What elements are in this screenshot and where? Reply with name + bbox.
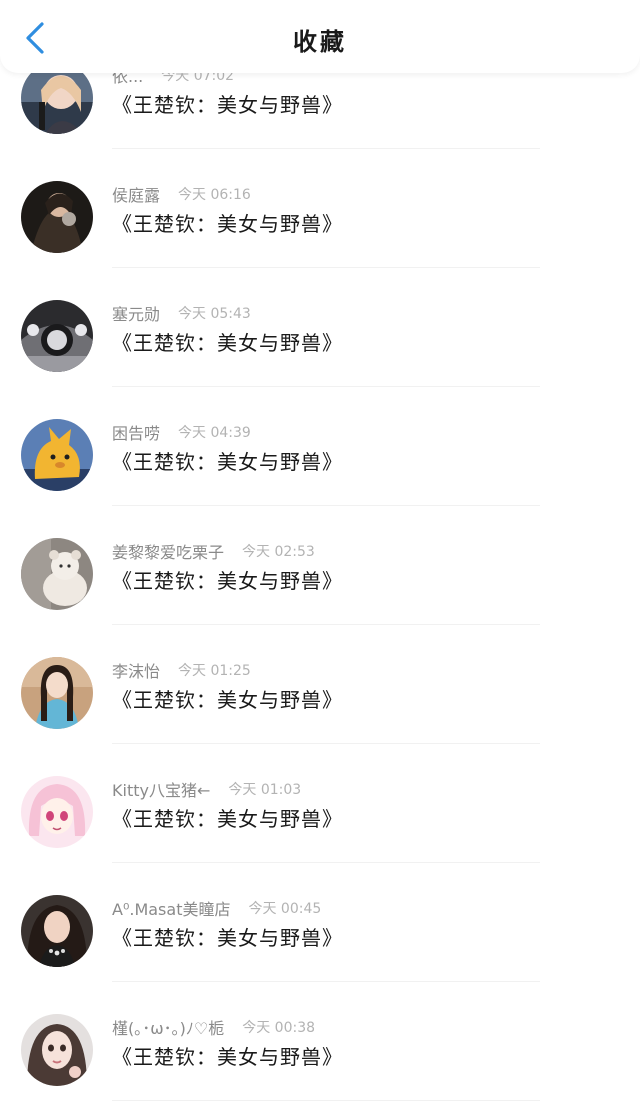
item-title[interactable]: 《王楚钦：美女与野兽》: [112, 922, 343, 951]
divider: [112, 743, 540, 744]
username[interactable]: 李沫怡: [112, 658, 160, 682]
timestamp: 今天 01:25: [178, 663, 251, 679]
list-item[interactable]: 困告唠 今天 04:39 《王楚钦：美女与野兽》: [0, 419, 640, 538]
avatar[interactable]: [21, 300, 93, 372]
avatar[interactable]: [21, 776, 93, 848]
item-meta: 姜黎黎爱吃栗子 今天 02:53: [112, 540, 315, 562]
username[interactable]: 塞元勋: [112, 301, 160, 325]
item-meta: 困告唠 今天 04:39: [112, 421, 251, 443]
timestamp: 今天 00:38: [242, 1020, 316, 1036]
timestamp: 今天 04:39: [178, 425, 251, 441]
item-title[interactable]: 《王楚钦：美女与野兽》: [112, 803, 343, 832]
username[interactable]: 姜黎黎爱吃栗子: [112, 539, 224, 563]
list-item[interactable]: 姜黎黎爱吃栗子 今天 02:53 《王楚钦：美女与野兽》: [0, 538, 640, 657]
item-title[interactable]: 《王楚钦：美女与野兽》: [112, 327, 343, 356]
timestamp: 今天 01:03: [228, 782, 302, 798]
item-title[interactable]: 《王楚钦：美女与野兽》: [112, 565, 343, 594]
list-item[interactable]: A⁰.Masat美瞳店 今天 00:45 《王楚钦：美女与野兽》: [0, 895, 640, 1014]
divider: [112, 386, 540, 387]
avatar[interactable]: [21, 538, 93, 610]
item-meta: 槿(｡･ω･｡)ﾉ♡栀 今天 00:38: [112, 1016, 315, 1038]
item-title[interactable]: 《王楚钦：美女与野兽》: [112, 1041, 343, 1070]
item-meta: 塞元勋 今天 05:43: [112, 302, 251, 324]
divider: [112, 148, 540, 149]
favorites-page: 依... 今天 07:02 《王楚钦：美女与野兽》 侯庭露 今天 06:16 《…: [0, 0, 640, 1111]
timestamp: 今天 06:16: [178, 187, 251, 203]
item-meta: 李沫怡 今天 01:25: [112, 659, 251, 681]
divider: [112, 981, 540, 982]
list-item[interactable]: Kitty八宝猪← 今天 01:03 《王楚钦：美女与野兽》: [0, 776, 640, 895]
username[interactable]: 困告唠: [112, 420, 160, 444]
item-meta: A⁰.Masat美瞳店 今天 00:45: [112, 897, 321, 919]
timestamp: 今天 02:53: [242, 544, 315, 560]
username[interactable]: Kitty八宝猪←: [112, 777, 210, 801]
divider: [112, 624, 540, 625]
divider: [112, 267, 540, 268]
list-item[interactable]: 李沫怡 今天 01:25 《王楚钦：美女与野兽》: [0, 657, 640, 776]
username[interactable]: 槿(｡･ω･｡)ﾉ♡栀: [112, 1015, 224, 1039]
avatar[interactable]: [21, 419, 93, 491]
list-item[interactable]: 侯庭露 今天 06:16 《王楚钦：美女与野兽》: [0, 181, 640, 300]
nav-header: 收藏: [0, 0, 640, 73]
list-item[interactable]: 依... 今天 07:02 《王楚钦：美女与野兽》: [0, 62, 640, 181]
username[interactable]: 侯庭露: [112, 182, 160, 206]
timestamp: 今天 00:45: [248, 901, 322, 917]
divider: [112, 1100, 540, 1101]
divider: [112, 862, 540, 863]
item-title[interactable]: 《王楚钦：美女与野兽》: [112, 446, 343, 475]
page-title: 收藏: [293, 28, 347, 56]
item-meta: 侯庭露 今天 06:16: [112, 183, 251, 205]
divider: [112, 505, 540, 506]
avatar[interactable]: [21, 895, 93, 967]
item-title[interactable]: 《王楚钦：美女与野兽》: [112, 89, 343, 118]
avatar[interactable]: [21, 1014, 93, 1086]
list-item[interactable]: 塞元勋 今天 05:43 《王楚钦：美女与野兽》: [0, 300, 640, 419]
item-meta: Kitty八宝猪← 今天 01:03: [112, 778, 301, 800]
avatar[interactable]: [21, 181, 93, 253]
list-item[interactable]: 槿(｡･ω･｡)ﾉ♡栀 今天 00:38 《王楚钦：美女与野兽》: [0, 1014, 640, 1111]
item-title[interactable]: 《王楚钦：美女与野兽》: [112, 208, 343, 237]
item-title[interactable]: 《王楚钦：美女与野兽》: [112, 684, 343, 713]
avatar[interactable]: [21, 657, 93, 729]
username[interactable]: A⁰.Masat美瞳店: [112, 896, 230, 920]
timestamp: 今天 05:43: [178, 306, 251, 322]
